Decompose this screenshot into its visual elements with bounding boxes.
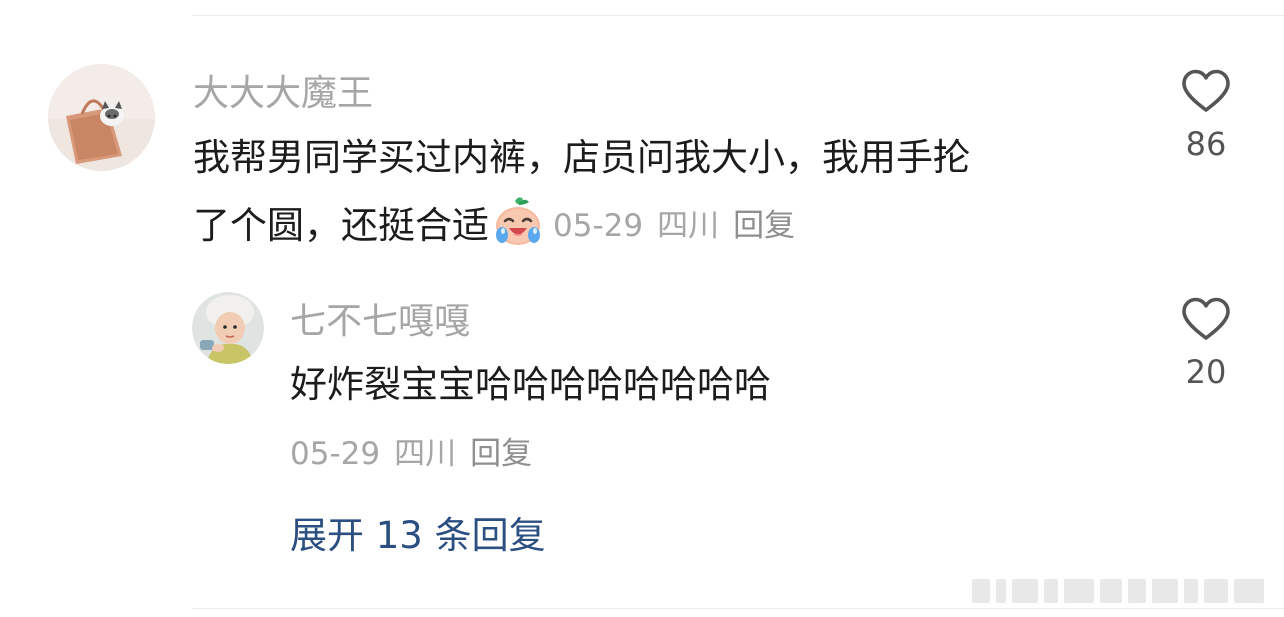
comment-text-line2: 了个圆，还挺合适: [193, 204, 489, 247]
reply-meta: 05-29 四川 回复: [290, 434, 532, 474]
reply-date: 05-29: [290, 436, 381, 472]
heart-icon: [1182, 69, 1230, 112]
comment-date: 05-29: [553, 207, 644, 244]
reply-like-button[interactable]: 20: [1166, 296, 1246, 390]
replier-avatar[interactable]: [192, 292, 264, 364]
avatar-image: [48, 64, 155, 171]
comment-meta: 05-29 四川 回复: [553, 200, 795, 245]
commenter-avatar[interactable]: [48, 64, 155, 171]
comment-text-line2-row: 了个圆，还挺合适 05-29 四川 回复: [193, 191, 795, 253]
comment-like-button[interactable]: 86: [1166, 68, 1246, 162]
reply-reply-button[interactable]: 回复: [470, 436, 532, 472]
reply-text: 好炸裂宝宝哈哈哈哈哈哈哈哈: [290, 363, 771, 406]
avatar-image: [192, 292, 264, 364]
reply-button[interactable]: 回复: [733, 208, 795, 244]
commenter-username[interactable]: 大大大魔王: [193, 74, 373, 114]
replier-username[interactable]: 七不七嘎嘎: [290, 302, 470, 342]
heart-icon: [1182, 297, 1230, 340]
reply-location: 四川: [394, 436, 457, 472]
comment-location: 四川: [657, 207, 720, 244]
laughing-crying-face-emoji-icon: [491, 195, 545, 249]
expand-replies-link[interactable]: 展开 13 条回复: [290, 514, 546, 558]
top-divider: [192, 15, 1284, 16]
comment-like-count: 86: [1185, 125, 1227, 163]
bottom-divider: [192, 608, 1284, 609]
watermark-logo: [972, 579, 1264, 603]
comment-text-line1: 我帮男同学买过内裤，店员问我大小，我用手抡: [193, 136, 970, 179]
reply-like-count: 20: [1185, 353, 1227, 391]
